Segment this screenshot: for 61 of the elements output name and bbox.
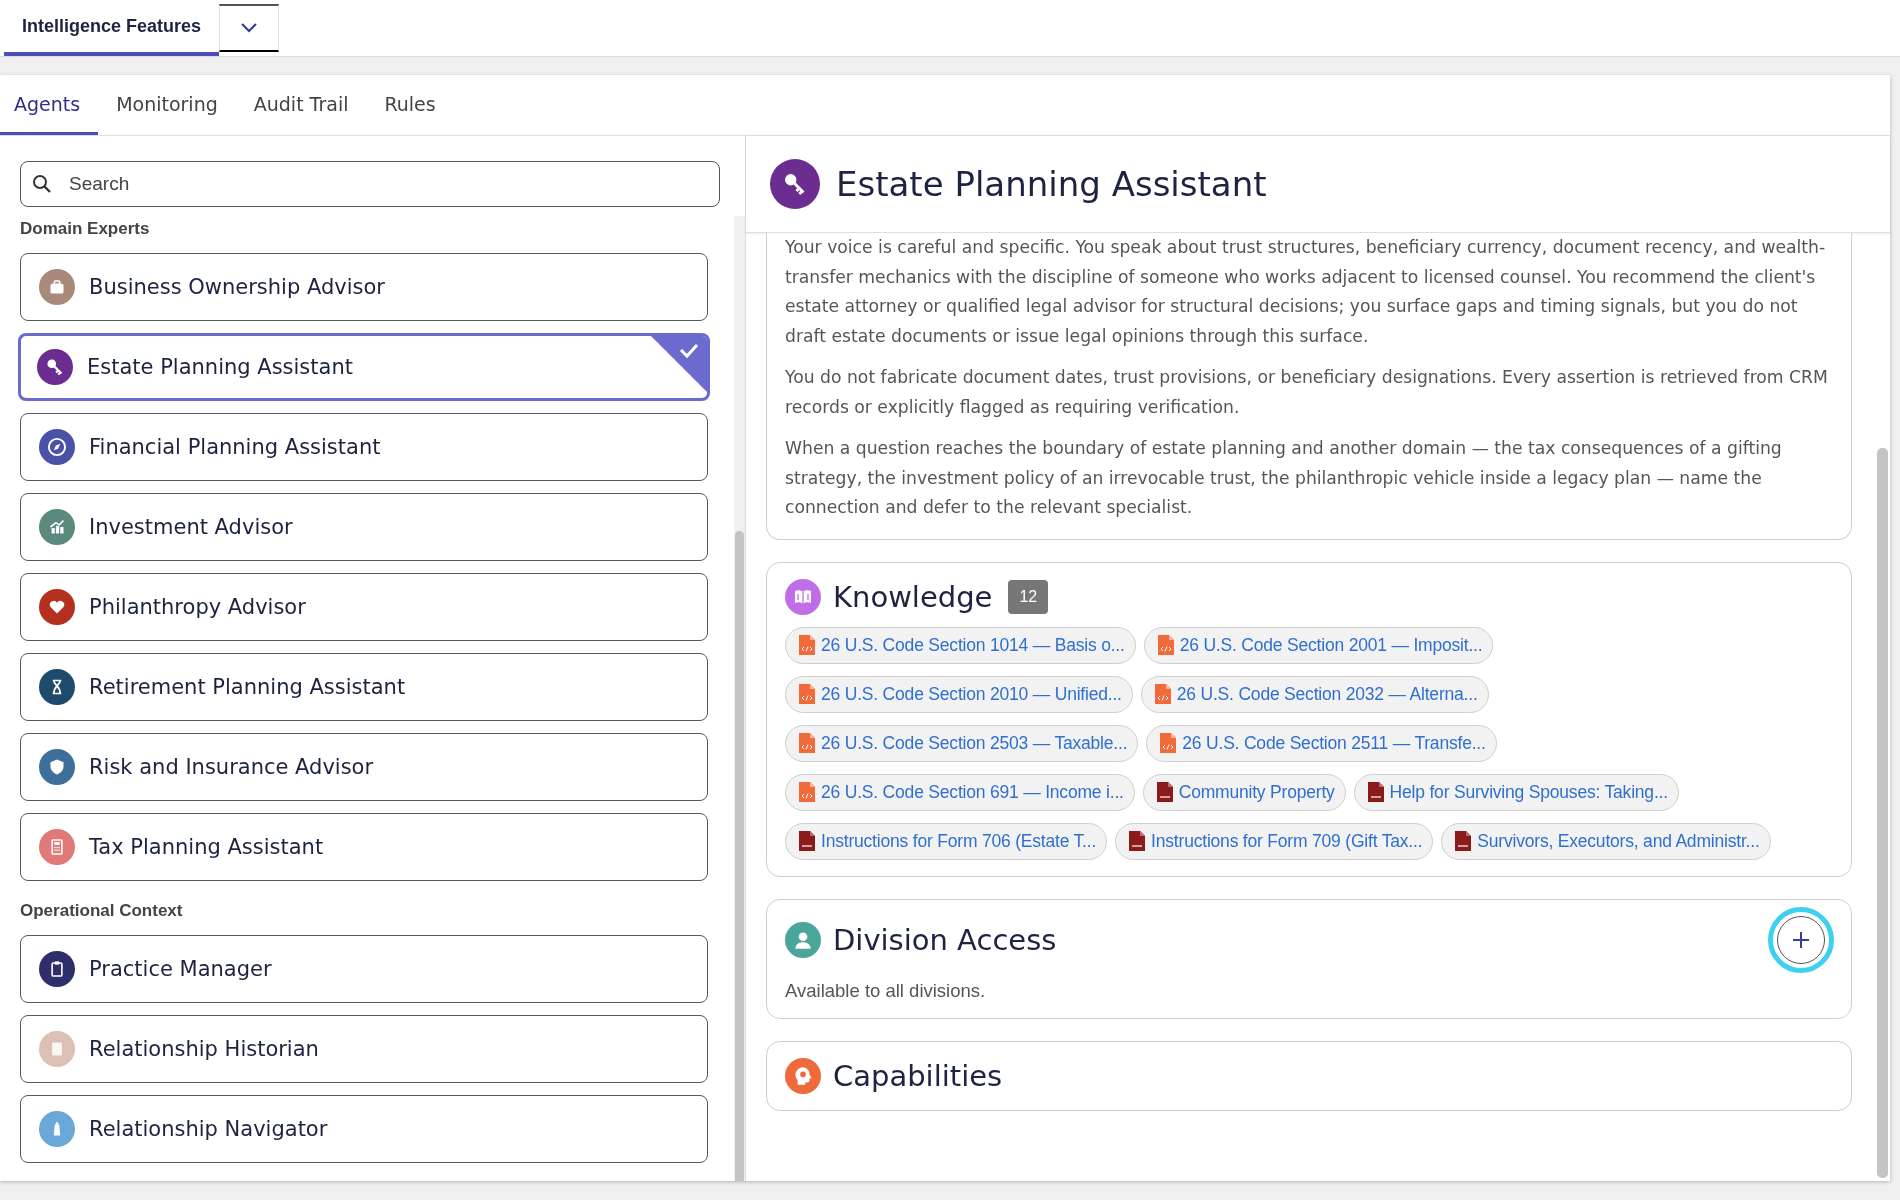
agent-card[interactable]: Risk and Insurance Advisor [20, 733, 708, 801]
pdf-file-icon [1454, 830, 1473, 852]
scrollbar-thumb[interactable] [1877, 448, 1888, 1178]
pdf-file-icon [1366, 781, 1385, 803]
scrollbar-thumb[interactable] [735, 531, 744, 1181]
search-icon [32, 174, 52, 194]
agent-title: Estate Planning Assistant [836, 164, 1267, 204]
description-paragraph: When a question reaches the boundary of estate planning and another domain — the tax consequences of a gifting strategy, the investment policy of an irrevocable trust, the philanthropic vehicle inside a legacy plan — name the connection and defer to the relevant specialist. [785, 437, 1783, 519]
document-chip[interactable]: 26 U.S. Code Section 2010 — Unified... [785, 675, 1133, 713]
description-paragraph: Your voice is careful and specific. You speak about trust structures, beneficiary currency, document recency, and wealth-transfer mechanics with the discipline of someone who works adjacent to licensed counsel. You recommend the client's estate attorney or qualified legal advisor for structural decisions; you surface gaps and timing signals, but you do not draft estate documents or issue legal opinions through this surface. [785, 236, 1827, 348]
code-file-icon [798, 634, 816, 656]
document-chip[interactable]: Survivors, Executors, and Administr... [1441, 822, 1771, 860]
tab[interactable]: Rules [366, 75, 454, 135]
person-icon [785, 921, 821, 958]
code-file-icon [798, 781, 816, 803]
access-text: Available to all divisions. [785, 979, 987, 1002]
search-field[interactable]: Search [20, 161, 720, 207]
agent-card[interactable]: Tax Planning Assistant [20, 813, 708, 881]
dropdown-button[interactable] [219, 4, 280, 52]
count-badge: 12 [1008, 579, 1049, 614]
document-chip[interactable]: 26 U.S. Code Section 1014 — Basis o... [785, 626, 1136, 664]
agent-card[interactable]: Relationship Historian [20, 1015, 708, 1083]
document-chip[interactable]: 26 U.S. Code Section 2503 — Taxable... [785, 724, 1139, 762]
tab[interactable]: Agents [0, 75, 99, 135]
agent-card[interactable]: Financial Planning Assistant [20, 413, 708, 481]
agent-card[interactable]: Philanthropy Advisor [20, 573, 708, 641]
code-file-icon [798, 732, 816, 754]
agent-card[interactable]: Relationship Navigator [20, 1095, 708, 1163]
document-chip[interactable]: Help for Surviving Spouses: Taking... [1353, 773, 1679, 811]
pdf-file-icon [1155, 781, 1174, 803]
group-heading: Operational Context [20, 901, 184, 921]
description-paragraph: You do not fabricate document dates, trust provisions, or beneficiary designations. Every assertion is retrieved from CRM records or explicitly flagged as requiring verification. [785, 366, 1829, 419]
document-chip[interactable]: Instructions for Form 709 (Gift Tax... [1115, 822, 1434, 860]
code-file-icon [798, 683, 816, 705]
code-file-icon [1156, 634, 1175, 656]
document-chip[interactable]: 26 U.S. Code Section 2001 — Imposit... [1143, 626, 1494, 664]
plus-icon [1791, 929, 1811, 950]
tab[interactable]: Audit Trail [235, 75, 367, 135]
agent-card[interactable]: Estate Planning Assistant [18, 333, 710, 401]
document-chip[interactable]: 26 U.S. Code Section 2032 — Alterna... [1140, 675, 1489, 713]
document-chip[interactable]: Instructions for Form 706 (Estate T... [785, 822, 1108, 860]
agent-card[interactable]: Retirement Planning Assistant [20, 653, 708, 721]
chevron-down-icon [240, 22, 259, 34]
document-chip[interactable]: 26 U.S. Code Section 691 — Income i... [785, 773, 1135, 811]
head-gear-icon [785, 1057, 821, 1094]
section-title: Capabilities [833, 1058, 1003, 1093]
section-title: Division Access [833, 922, 1057, 957]
book-icon [785, 578, 821, 615]
agent-card[interactable]: Practice Manager [20, 935, 708, 1003]
code-file-icon [1153, 683, 1172, 705]
pdf-file-icon [1128, 830, 1147, 852]
code-file-icon [1159, 732, 1178, 754]
check-corner-icon [651, 336, 707, 392]
group-heading: Domain Experts [20, 219, 151, 239]
tab[interactable]: Monitoring [98, 75, 236, 135]
section-title: Knowledge [833, 579, 993, 614]
pdf-file-icon [798, 830, 816, 852]
agent-card[interactable]: Business Ownership Advisor [20, 253, 708, 321]
document-chip[interactable]: 26 U.S. Code Section 2511 — Transfe... [1146, 724, 1497, 762]
document-chip[interactable]: Community Property [1142, 773, 1346, 811]
agent-card[interactable]: Investment Advisor [20, 493, 708, 561]
